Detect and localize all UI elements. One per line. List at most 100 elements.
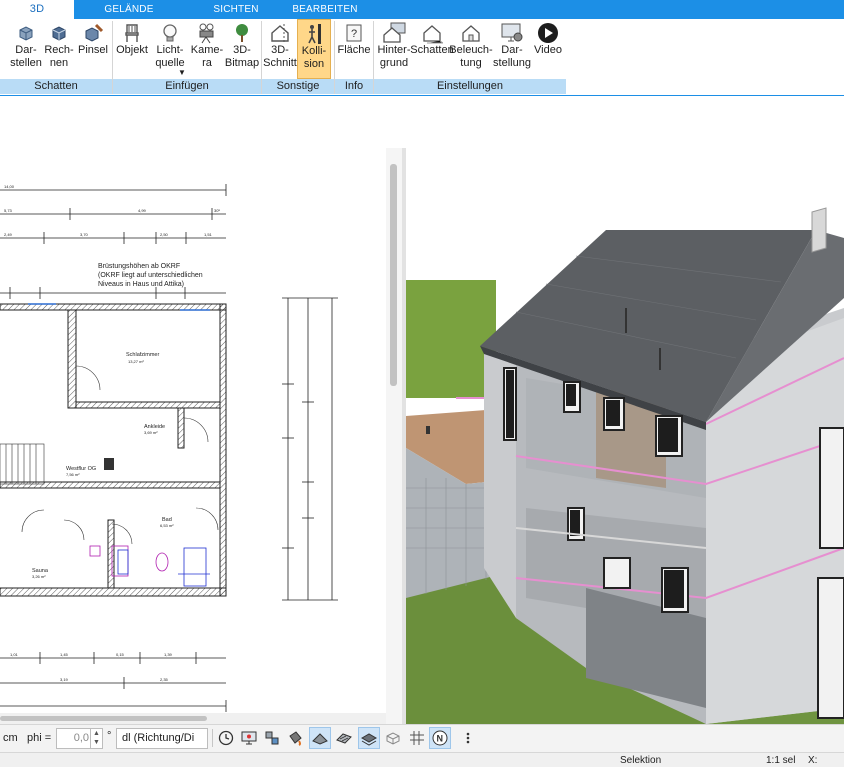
plan-horizontal-scrollbar[interactable] — [0, 713, 386, 724]
surface-hatch-button[interactable] — [333, 727, 355, 749]
rechnen-label: Rech- nen — [44, 44, 74, 69]
kollision-button[interactable]: Kolli- sion — [297, 19, 331, 79]
layer-stack-button[interactable] — [358, 727, 380, 749]
group-label-einstellungen: Einstellungen — [374, 79, 566, 94]
status-bar: Selektion 1:1 sel X: — [0, 752, 844, 767]
pinsel-button[interactable]: Pinsel — [76, 19, 110, 79]
svg-text:30⁵: 30⁵ — [214, 208, 220, 213]
grid-icon — [410, 731, 424, 745]
video-label: Video — [534, 44, 562, 56]
room-area-ankleide: 3,69 m² — [144, 430, 158, 435]
phi-label: phi = — [27, 732, 52, 744]
plane-tilt-button[interactable] — [309, 727, 331, 749]
clock-button[interactable] — [215, 727, 237, 749]
3d-view[interactable] — [406, 148, 844, 724]
surface-hatch-icon — [336, 733, 352, 744]
beleuchtung-label: Beleuch- tung — [449, 44, 493, 69]
schatten-button[interactable]: Schatten — [410, 19, 454, 79]
beleuchtung-button[interactable]: Beleuch- tung — [449, 19, 493, 79]
unit-label: cm — [3, 732, 18, 744]
group-label-einfuegen: Einfügen — [113, 79, 261, 94]
scrollbar-thumb[interactable] — [390, 164, 397, 386]
layer-stack-icon — [361, 733, 377, 746]
svg-text:4,99: 4,99 — [138, 208, 147, 213]
ribbon-tabbar: 3D GELÄNDE SICHTEN BEARBEITEN — [0, 0, 844, 19]
room-name-schlafzimmer: Schlafzimmer — [126, 352, 159, 358]
plane-tilt-icon — [312, 733, 328, 745]
svg-text:1,45: 1,45 — [60, 652, 69, 657]
svg-text:3,19: 3,19 — [60, 677, 69, 682]
svg-text:2,49: 2,49 — [4, 232, 13, 237]
north-button[interactable]: N — [429, 727, 451, 749]
group-label-info: Info — [335, 79, 373, 94]
house-section-icon — [271, 24, 289, 43]
hintergrund-label: Hinter- grund — [377, 44, 411, 69]
grid-button[interactable] — [406, 727, 428, 749]
paint-bucket-button[interactable] — [284, 727, 306, 749]
schatten-label: Schatten — [410, 44, 454, 56]
3d-bitmap-button[interactable]: 3D- Bitmap — [224, 19, 260, 79]
lightbulb-icon — [163, 24, 177, 42]
tab-sichten[interactable]: SICHTEN — [184, 0, 288, 19]
status-x-coordinate-label: X: — [808, 755, 818, 766]
3d-schnitt-label: 3D- Schnitt — [263, 44, 297, 69]
video-play-icon — [538, 23, 558, 43]
flaeche-label: Fläche — [337, 44, 371, 56]
plan-vertical-scrollbar[interactable] — [386, 148, 402, 724]
svg-text:1,01: 1,01 — [10, 652, 19, 657]
kamera-button[interactable]: Kame- ra — [190, 19, 224, 79]
transfer-button[interactable] — [261, 727, 283, 749]
pinsel-label: Pinsel — [78, 44, 108, 56]
svg-text:2,35: 2,35 — [160, 677, 169, 682]
darstellen-button[interactable]: Dar- stellen — [8, 19, 44, 79]
area-help-icon: ? — [346, 24, 362, 42]
objekt-button[interactable]: Objekt — [116, 19, 148, 79]
stepper-arrows[interactable]: ▲ ▼ — [90, 729, 102, 748]
scrollbar-thumb[interactable] — [0, 716, 207, 721]
clock-icon — [218, 730, 234, 746]
input-mode-value: dl (Richtung/Di — [122, 732, 195, 744]
input-mode-combo[interactable]: dl (Richtung/Di — [116, 728, 208, 749]
floor-plan-view[interactable]: 14,00 5,73 4,99 30⁵ 2,49 3,70 2,50 1,51 Brüstu… — [0, 148, 402, 724]
paint-bucket-icon — [289, 731, 302, 746]
monitor-button[interactable] — [238, 727, 260, 749]
darstellung-button[interactable]: Dar- stellung — [492, 19, 532, 79]
svg-text:1,51: 1,51 — [204, 232, 213, 237]
lichtquelle-label: Licht- quelle — [155, 44, 185, 69]
more-options-icon — [466, 732, 470, 744]
lichtquelle-button[interactable]: Licht- quelle ▼ — [150, 19, 190, 79]
3d-schnitt-button[interactable]: 3D- Schnitt — [263, 19, 297, 79]
svg-text:N: N — [437, 734, 444, 744]
svg-text:0,15: 0,15 — [116, 652, 125, 657]
ribbon: Dar- stellen Rech- nen Pinsel Objekt Lic… — [0, 19, 844, 96]
flaeche-button[interactable]: ? Fläche — [337, 19, 371, 79]
more-options-button[interactable] — [457, 727, 479, 749]
tree-icon — [236, 24, 248, 42]
house-background-icon — [383, 22, 406, 43]
monitor-icon — [241, 731, 257, 745]
svg-text:3,70: 3,70 — [80, 232, 89, 237]
monitor-settings-icon — [501, 23, 523, 42]
chevron-down-icon[interactable]: ▼ — [178, 68, 186, 77]
room-area-schlafzimmer: 13,27 m² — [128, 359, 144, 364]
hintergrund-button[interactable]: Hinter- grund — [376, 19, 412, 79]
video-button[interactable]: Video — [532, 19, 564, 79]
chair-icon — [125, 24, 139, 42]
group-label-sonstige: Sonstige — [262, 79, 334, 94]
degree-label: ° — [107, 730, 112, 742]
3d-house-render — [406, 148, 844, 724]
status-mode: Selektion — [620, 755, 662, 766]
svg-text:14,00: 14,00 — [4, 184, 15, 189]
rechnen-button[interactable]: Rech- nen — [44, 19, 74, 79]
wireframe-button[interactable] — [382, 727, 404, 749]
phi-angle-stepper[interactable]: 0,0 ▲ ▼ — [56, 728, 103, 749]
tab-bearbeiten[interactable]: BEARBEITEN — [288, 0, 362, 19]
darstellung-label: Dar- stellung — [493, 44, 531, 69]
tab-3d[interactable]: 3D — [0, 0, 74, 19]
3d-bitmap-label: 3D- Bitmap — [224, 44, 260, 69]
collision-person-icon — [308, 24, 321, 44]
tab-gelaende[interactable]: GELÄNDE — [74, 0, 184, 19]
wireframe-icon — [386, 732, 400, 745]
ribbon-bottom-border — [0, 95, 844, 96]
north-icon: N — [432, 730, 448, 746]
